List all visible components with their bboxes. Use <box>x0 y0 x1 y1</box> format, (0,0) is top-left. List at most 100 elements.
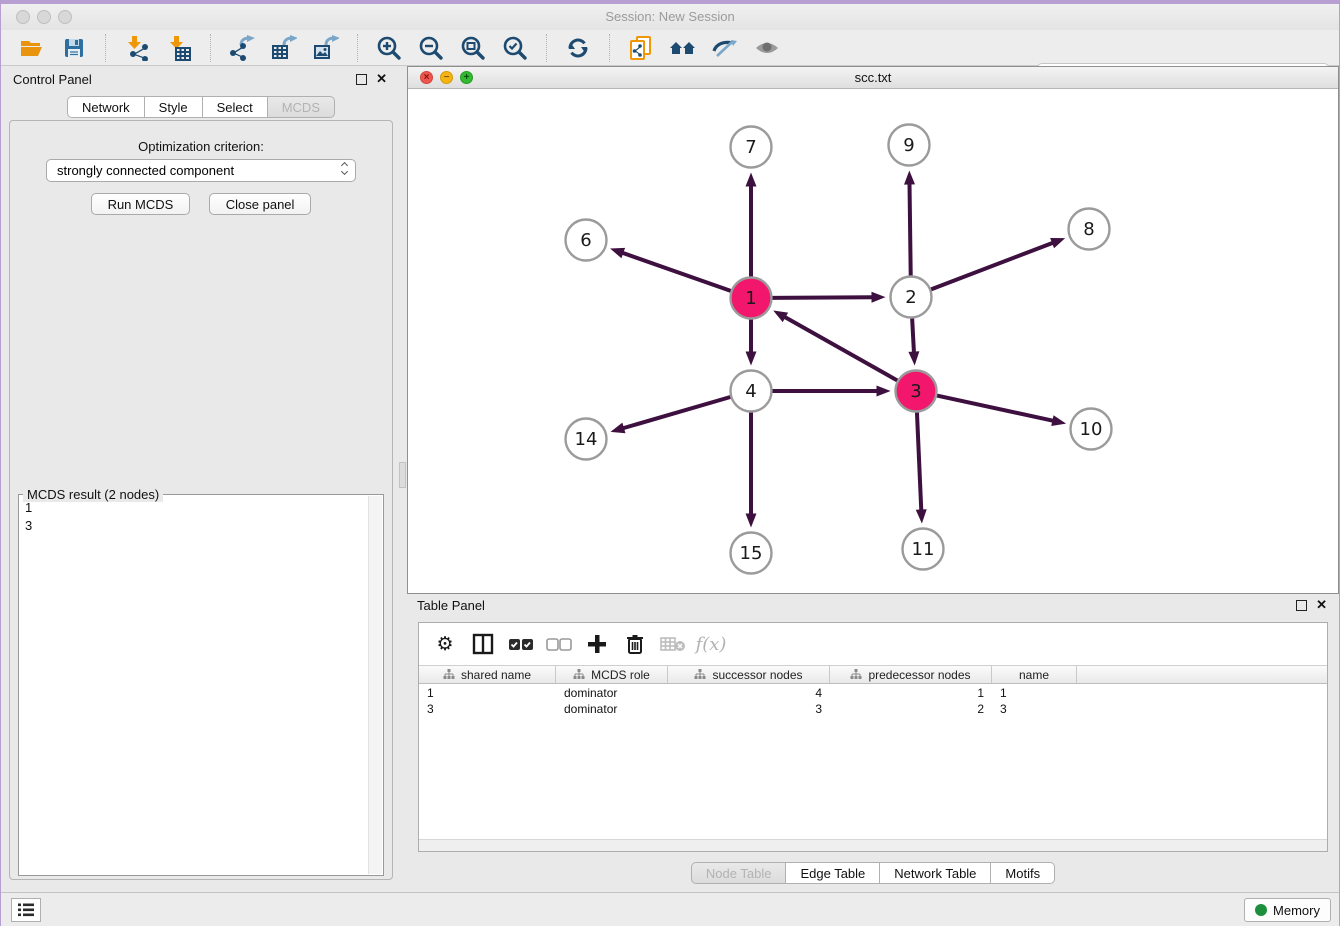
mcds-panel: Optimization criterion: strongly connect… <box>9 120 393 880</box>
import-network-icon[interactable] <box>122 34 152 62</box>
result-item[interactable]: 3 <box>19 517 367 535</box>
graph-node-label: 3 <box>910 381 921 402</box>
zoom-out-icon[interactable] <box>416 34 446 62</box>
delete-icon[interactable] <box>621 631 649 657</box>
table-cell[interactable]: dominator <box>556 701 668 717</box>
table-cell[interactable]: 1 <box>419 685 556 701</box>
network-view-window: × − + scc.txt 1234678910111415 <box>407 66 1339 594</box>
deselect-all-icon[interactable] <box>545 631 573 657</box>
control-panel-title: Control Panel <box>13 72 92 87</box>
export-image-icon[interactable] <box>311 34 341 62</box>
close-panel-icon[interactable]: ✕ <box>376 71 387 86</box>
result-item[interactable]: 1 <box>19 499 367 517</box>
table-cell[interactable]: 4 <box>668 685 830 701</box>
column-header-MCDS-role[interactable]: MCDS role <box>556 666 668 683</box>
column-header-successor-nodes[interactable]: successor nodes <box>668 666 830 683</box>
close-panel-button[interactable]: Close panel <box>209 193 312 215</box>
export-network-icon[interactable] <box>227 34 257 62</box>
graph-edge-arrowhead <box>746 514 757 528</box>
table-tab-group: Node TableEdge TableNetwork TableMotifs <box>691 862 1055 884</box>
graph-edge-2-9[interactable] <box>910 183 911 275</box>
tab-mcds[interactable]: MCDS <box>268 96 335 118</box>
tab-network-table[interactable]: Network Table <box>880 862 991 884</box>
result-scrollbar[interactable] <box>368 496 382 874</box>
graph-edge-3-10[interactable] <box>937 396 1053 421</box>
table-panel-header: Table Panel ✕ <box>407 594 1339 618</box>
vertical-split-handle[interactable] <box>399 462 406 488</box>
run-mcds-button[interactable]: Run MCDS <box>91 193 191 215</box>
table-cell[interactable]: 3 <box>419 701 556 717</box>
hide-graphics-details-icon[interactable] <box>710 34 740 62</box>
tab-network[interactable]: Network <box>67 96 145 118</box>
zoom-selected-icon[interactable] <box>500 34 530 62</box>
table-cell[interactable]: 3 <box>668 701 830 717</box>
control-panel-tabs: NetworkStyleSelectMCDS <box>3 96 399 118</box>
table-cell[interactable]: 3 <box>992 701 1077 717</box>
chevron-up-down-icon <box>342 163 347 174</box>
column-header-name[interactable]: name <box>992 666 1077 683</box>
criterion-dropdown[interactable]: strongly connected component <box>46 159 356 182</box>
import-table-icon[interactable] <box>164 34 194 62</box>
select-all-icon[interactable] <box>507 631 535 657</box>
network-graph[interactable]: 1234678910111415 <box>408 89 1338 593</box>
graph-edge-arrowhead <box>1050 238 1065 248</box>
tab-select[interactable]: Select <box>203 96 268 118</box>
graph-edge-arrowhead <box>904 170 915 184</box>
zoom-fit-icon[interactable] <box>458 34 488 62</box>
zoom-in-icon[interactable] <box>374 34 404 62</box>
toolbar-separator <box>609 34 610 62</box>
window-title: Session: New Session <box>1 9 1339 24</box>
table-cell[interactable]: 1 <box>992 685 1077 701</box>
graph-edge-3-1[interactable] <box>785 317 898 381</box>
graph-edge-2-3[interactable] <box>912 318 914 352</box>
graph-node-label: 10 <box>1080 419 1103 440</box>
graph-edge-arrowhead <box>877 386 891 397</box>
table-settings-gear-icon[interactable]: ⚙ <box>431 631 459 657</box>
table-panel-title: Table Panel <box>417 598 485 613</box>
table-row[interactable]: 1dominator411 <box>419 685 1327 701</box>
graph-node-label: 7 <box>745 137 756 158</box>
save-icon[interactable] <box>59 34 89 62</box>
show-columns-icon[interactable] <box>469 631 497 657</box>
graph-edge-1-2[interactable] <box>772 297 872 298</box>
table-hscrollbar[interactable] <box>419 839 1327 851</box>
tab-style[interactable]: Style <box>145 96 203 118</box>
graph-node-label: 11 <box>912 539 935 560</box>
list-icon <box>17 902 35 918</box>
network-canvas[interactable]: 1234678910111415 <box>408 89 1338 593</box>
node-table-container: ⚙ f(x) <box>418 622 1328 852</box>
memory-button[interactable]: Memory <box>1244 898 1331 922</box>
graph-edge-1-6[interactable] <box>622 253 730 291</box>
table-row[interactable]: 3dominator323 <box>419 701 1327 717</box>
graph-node-label: 8 <box>1083 219 1094 240</box>
tab-edge-table[interactable]: Edge Table <box>786 862 880 884</box>
table-cell[interactable]: dominator <box>556 685 668 701</box>
graph-node-label: 15 <box>740 543 763 564</box>
task-history-button[interactable] <box>11 898 41 922</box>
column-tree-icon <box>443 669 455 680</box>
table-cell[interactable]: 2 <box>830 701 992 717</box>
export-table-icon[interactable] <box>269 34 299 62</box>
float-panel-icon[interactable] <box>356 74 367 85</box>
eye-icon[interactable] <box>752 34 782 62</box>
graph-edge-2-8[interactable] <box>931 243 1053 290</box>
add-icon[interactable] <box>583 631 611 657</box>
mcds-result-list[interactable]: 13 <box>19 499 367 875</box>
column-header-shared-name[interactable]: shared name <box>419 666 556 683</box>
close-table-panel-icon[interactable]: ✕ <box>1316 597 1327 612</box>
toolbar-separator <box>546 34 547 62</box>
float-table-panel-icon[interactable] <box>1296 600 1307 611</box>
tab-motifs[interactable]: Motifs <box>991 862 1055 884</box>
open-folder-icon[interactable] <box>17 34 47 62</box>
graph-edge-4-14[interactable] <box>623 397 730 428</box>
graph-node-label: 1 <box>745 288 756 309</box>
refresh-icon[interactable] <box>563 34 593 62</box>
control-panel: Control Panel ✕ NetworkStyleSelectMCDS O… <box>3 68 399 888</box>
column-header-predecessor-nodes[interactable]: predecessor nodes <box>830 666 992 683</box>
copy-network-icon[interactable] <box>626 34 656 62</box>
graph-edge-3-11[interactable] <box>917 412 921 510</box>
houses-icon[interactable] <box>668 34 698 62</box>
control-panel-header: Control Panel ✕ <box>3 68 399 92</box>
tab-node-table[interactable]: Node Table <box>691 862 787 884</box>
table-cell[interactable]: 1 <box>830 685 992 701</box>
